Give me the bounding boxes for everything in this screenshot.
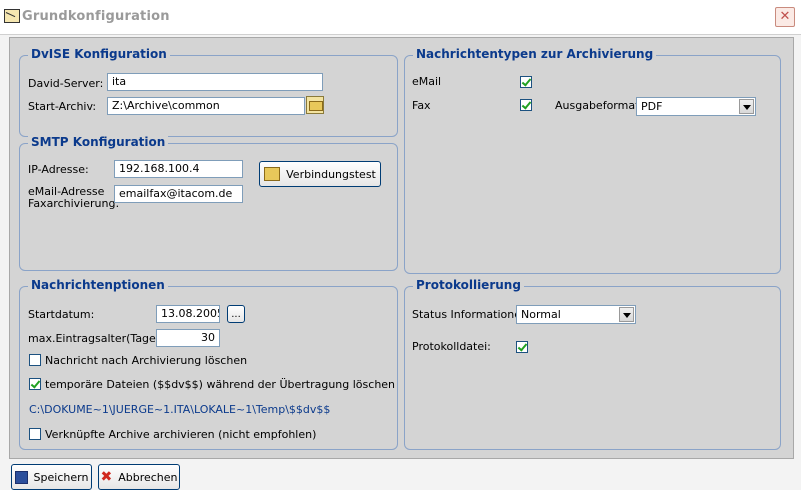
folder-browse-button[interactable] bbox=[306, 96, 324, 114]
smtp-legend: SMTP Konfiguration bbox=[28, 135, 169, 149]
red-x-icon: ✖ bbox=[100, 469, 113, 485]
dvise-group: DvISE Konfiguration David-Server: ita St… bbox=[19, 47, 398, 137]
logging-legend: Protokollierung bbox=[413, 278, 524, 292]
linked-archives-label[interactable]: Verknüpfte Archive archivieren (nicht em… bbox=[45, 428, 316, 441]
format-select[interactable]: PDF bbox=[636, 97, 756, 116]
close-button[interactable]: ✕ bbox=[775, 7, 795, 27]
options-legend: Nachrichtenptionen bbox=[28, 278, 168, 292]
types-group: Nachrichtentypen zur Archivierung eMail … bbox=[404, 47, 781, 274]
delete-temp-files-label[interactable]: temporäre Dateien ($$dv$$) während der Ü… bbox=[45, 378, 395, 391]
verbindungstest-label: Verbindungstest bbox=[286, 167, 376, 181]
save-button[interactable]: Speichern bbox=[11, 464, 92, 490]
envelope-icon bbox=[4, 9, 20, 23]
window-title: Grundkonfiguration bbox=[22, 9, 170, 24]
email-type-checkbox[interactable] bbox=[520, 76, 532, 88]
david-server-input[interactable]: ita bbox=[107, 73, 323, 91]
save-label: Speichern bbox=[33, 470, 89, 484]
startdatum-label: Startdatum: bbox=[28, 308, 95, 321]
verbindungstest-button[interactable]: Verbindungstest bbox=[259, 161, 381, 187]
status-info-label: Status Informationen: bbox=[412, 308, 532, 321]
format-label: Ausgabeformat: bbox=[555, 99, 644, 112]
protokolldatei-label: Protokolldatei: bbox=[412, 340, 491, 353]
floppy-disk-icon bbox=[14, 470, 28, 484]
email-input[interactable]: emailfax@itacom.de bbox=[114, 185, 243, 203]
fax-type-label: Fax bbox=[412, 99, 431, 112]
format-value: PDF bbox=[641, 100, 663, 113]
cancel-label: Abbrechen bbox=[118, 470, 178, 484]
protokolldatei-checkbox[interactable] bbox=[516, 341, 528, 353]
max-alter-input[interactable]: 30 bbox=[156, 329, 220, 347]
chevron-down-icon[interactable] bbox=[739, 99, 754, 114]
types-legend: Nachrichtentypen zur Archivierung bbox=[413, 47, 657, 61]
delete-after-archive-checkbox[interactable] bbox=[29, 354, 41, 366]
email-label-line2: Faxarchivierung: bbox=[28, 197, 120, 210]
linked-archives-checkbox[interactable] bbox=[29, 428, 41, 440]
smtp-group: SMTP Konfiguration IP-Adresse: 192.168.1… bbox=[19, 135, 398, 271]
email-type-label: eMail bbox=[412, 75, 442, 88]
dvise-legend: DvISE Konfiguration bbox=[28, 47, 170, 61]
max-alter-label: max.Eintragsalter(Tage): bbox=[28, 332, 164, 345]
david-server-label: David-Server: bbox=[28, 77, 104, 90]
fax-type-checkbox[interactable] bbox=[520, 99, 532, 111]
delete-temp-files-checkbox[interactable] bbox=[29, 378, 41, 390]
start-archiv-label: Start-Archiv: bbox=[28, 100, 97, 113]
temp-path-text: C:\DOKUME~1\JUERGE~1.ITA\LOKALE~1\Temp\$… bbox=[29, 403, 331, 416]
options-group: Nachrichtenptionen Startdatum: 13.08.200… bbox=[19, 278, 398, 450]
status-info-value: Normal bbox=[521, 308, 561, 321]
title-bar: Grundkonfiguration ✕ bbox=[0, 0, 801, 35]
dialog-window: Grundkonfiguration ✕ DvISE Konfiguration… bbox=[0, 0, 801, 490]
status-info-select[interactable]: Normal bbox=[516, 305, 636, 324]
folder-icon bbox=[309, 101, 323, 111]
startdatum-input[interactable]: 13.08.2005 bbox=[156, 305, 220, 323]
logging-group: Protokollierung Status Informationen: No… bbox=[404, 278, 781, 450]
cancel-button[interactable]: ✖ Abbrechen bbox=[98, 464, 180, 490]
date-picker-button[interactable]: ... bbox=[227, 305, 245, 323]
ip-input[interactable]: 192.168.100.4 bbox=[114, 160, 243, 178]
ip-label: IP-Adresse: bbox=[28, 163, 89, 176]
chevron-down-icon[interactable] bbox=[619, 307, 634, 322]
start-archiv-input[interactable]: Z:\Archive\common bbox=[107, 97, 305, 115]
dialog-client-area: DvISE Konfiguration David-Server: ita St… bbox=[9, 37, 794, 459]
connection-icon bbox=[264, 167, 281, 181]
delete-after-archive-label[interactable]: Nachricht nach Archivierung löschen bbox=[45, 354, 247, 367]
